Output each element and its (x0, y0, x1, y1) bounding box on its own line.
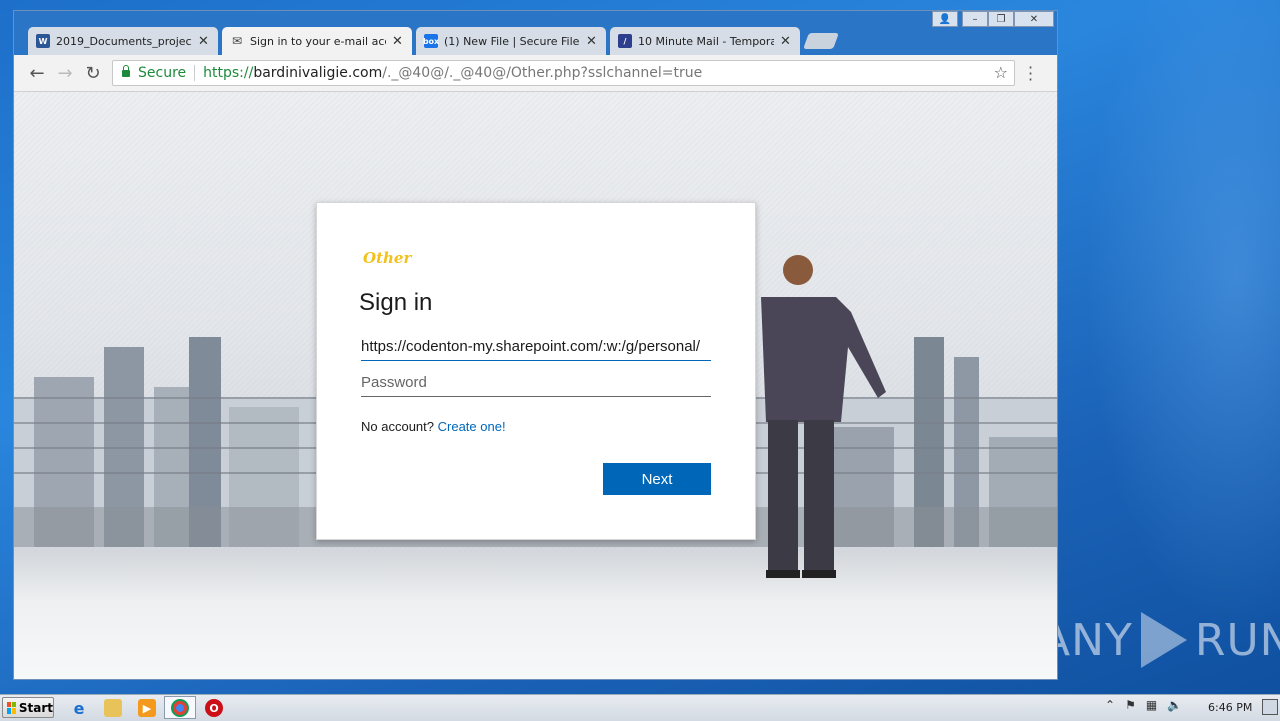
tab-box-file[interactable]: box (1) New File | Secure File Sh ✕ (416, 27, 606, 55)
media-player-icon[interactable]: ▶ (138, 699, 156, 717)
reload-button[interactable]: ↻ (82, 63, 104, 84)
box-icon: box (423, 34, 439, 48)
flag-icon[interactable]: ⚑ (1125, 698, 1136, 712)
businessman-image (761, 255, 886, 578)
close-icon[interactable]: ✕ (198, 34, 210, 49)
system-tray: ⌃ ⚑ ▦ 🔈 (1105, 698, 1182, 712)
clock[interactable]: 6:46 PM (1208, 701, 1252, 714)
anyrun-watermark: ANY RUN (1040, 612, 1280, 668)
tenminutemail-icon: / (618, 34, 632, 48)
email-field[interactable] (361, 333, 711, 361)
close-icon[interactable]: ✕ (780, 34, 792, 49)
start-button[interactable]: Start (2, 697, 54, 718)
chevron-up-icon[interactable]: ⌃ (1105, 698, 1115, 712)
new-tab-button[interactable] (803, 33, 839, 49)
browser-toolbar: ← → ↻ Secure https:// bardinivaligie.com… (14, 55, 1057, 92)
tab-title: (1) New File | Secure File Sh (444, 34, 580, 48)
no-account-text: No account? Create one! (361, 419, 506, 434)
close-icon[interactable]: ✕ (392, 34, 404, 49)
create-account-link[interactable]: Create one! (438, 419, 506, 434)
tab-sign-in[interactable]: ✉ Sign in to your e-mail accoun ✕ (222, 27, 412, 55)
tab-strip: W 2019_Documents_project_n ✕ ✉ Sign in t… (14, 11, 1057, 55)
lock-icon (122, 64, 130, 77)
no-account-label: No account? (361, 419, 434, 434)
profile-icon[interactable]: 👤 (932, 11, 958, 27)
mail-icon: ✉ (231, 34, 243, 48)
divider (194, 65, 196, 81)
tab-title: Sign in to your e-mail accoun (250, 34, 386, 48)
desktop-background (1060, 0, 1280, 690)
page-title: Sign in (359, 289, 433, 316)
next-button[interactable]: Next (603, 463, 711, 495)
word-doc-icon: W (36, 34, 50, 48)
internet-explorer-icon[interactable]: e (70, 699, 88, 718)
opera-icon[interactable]: O (205, 699, 223, 717)
tab-title: 10 Minute Mail - Temporary (638, 34, 774, 48)
tab-10-minute-mail[interactable]: / 10 Minute Mail - Temporary ✕ (610, 27, 800, 55)
glass-floor (14, 552, 1057, 679)
password-field[interactable] (361, 369, 711, 397)
tab-title: 2019_Documents_project_n (56, 34, 192, 48)
tab-word-document[interactable]: W 2019_Documents_project_n ✕ (28, 27, 218, 55)
minimize-button[interactable]: – (962, 11, 988, 27)
sign-in-card: Other Sign in No account? Create one! Ne… (316, 202, 756, 540)
bookmark-star-icon[interactable]: ☆ (994, 63, 1008, 82)
forward-button[interactable]: → (54, 63, 76, 84)
play-icon (1140, 612, 1187, 668)
url-host: bardinivaligie.com (253, 65, 383, 81)
network-icon[interactable]: ▦ (1146, 698, 1157, 712)
browser-window: W 2019_Documents_project_n ✕ ✉ Sign in t… (13, 10, 1058, 680)
page-content: Other Sign in No account? Create one! Ne… (14, 92, 1057, 679)
restore-button[interactable]: ❐ (988, 11, 1014, 27)
watermark-text-right: RUN (1194, 614, 1280, 666)
close-window-button[interactable]: ✕ (1014, 11, 1054, 27)
secure-label: Secure (138, 65, 187, 81)
taskbar: Start e ▶ O ⌃ ⚑ ▦ 🔈 6:46 PM (0, 694, 1280, 721)
close-icon[interactable]: ✕ (586, 34, 598, 49)
back-button[interactable]: ← (26, 63, 48, 84)
chrome-icon (171, 699, 189, 717)
menu-dots-icon[interactable]: · · · (1028, 60, 1033, 88)
address-bar[interactable]: Secure https:// bardinivaligie.com /._@4… (112, 60, 1015, 86)
url-scheme: https:// (203, 65, 254, 81)
brand-logo: Other (363, 249, 412, 267)
folder-icon[interactable] (104, 699, 122, 717)
show-desktop-button[interactable] (1262, 699, 1278, 715)
volume-icon[interactable]: 🔈 (1167, 698, 1182, 712)
start-label: Start (18, 700, 53, 715)
windows-logo-icon (7, 701, 16, 714)
url-path: /._@40@/._@40@/Other.php?sslchannel=true (382, 65, 703, 81)
